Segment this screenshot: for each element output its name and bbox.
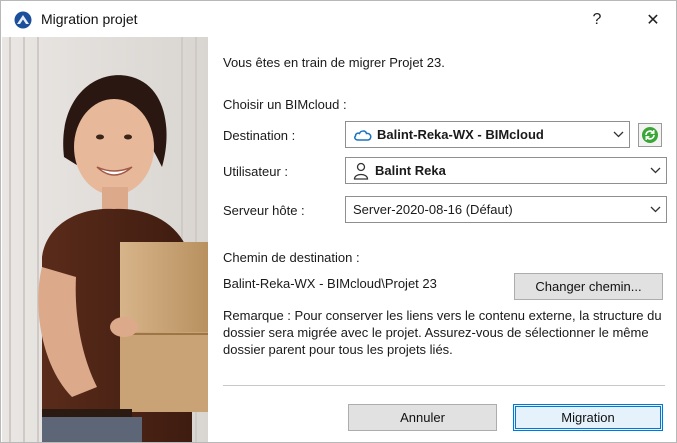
user-icon [353, 162, 369, 180]
host-dropdown[interactable]: Server-2020-08-16 (Défaut) [345, 196, 667, 223]
intro-text: Vous êtes en train de migrer Projet 23. [223, 55, 445, 70]
chevron-down-icon [607, 122, 629, 147]
destination-dropdown[interactable]: Balint-Reka-WX - BIMcloud [345, 121, 630, 148]
destination-value-wrap: Balint-Reka-WX - BIMcloud [346, 127, 607, 142]
refresh-icon [642, 127, 658, 143]
side-illustration-picture [2, 37, 208, 442]
archicad-app-icon [14, 11, 32, 29]
path-value: Balint-Reka-WX - BIMcloud\Projet 23 [223, 276, 437, 291]
close-button[interactable]: ✕ [631, 7, 675, 33]
user-label: Utilisateur : [223, 164, 289, 179]
side-illustration [2, 37, 208, 442]
migration-dialog: Migration projet ? ✕ Vous êtes en train … [0, 0, 677, 443]
dialog-content: Vous êtes en train de migrer Projet 23. … [223, 37, 668, 442]
user-value: Balint Reka [375, 163, 446, 178]
change-path-button[interactable]: Changer chemin... [514, 273, 663, 300]
cloud-icon [354, 129, 372, 141]
user-value-wrap: Balint Reka [346, 162, 644, 180]
migration-note: Remarque : Pour conserver les liens vers… [223, 308, 662, 357]
chevron-down-icon [644, 158, 666, 183]
migrate-button[interactable]: Migration [513, 404, 663, 431]
help-button[interactable]: ? [575, 7, 619, 33]
path-heading: Chemin de destination : [223, 250, 360, 265]
destination-label: Destination : [223, 128, 296, 143]
divider [223, 385, 665, 386]
host-value-wrap: Server-2020-08-16 (Défaut) [346, 202, 644, 217]
destination-value: Balint-Reka-WX - BIMcloud [377, 127, 544, 142]
cancel-button[interactable]: Annuler [348, 404, 497, 431]
host-value: Server-2020-08-16 (Défaut) [353, 202, 513, 217]
user-dropdown[interactable]: Balint Reka [345, 157, 667, 184]
bimcloud-heading: Choisir un BIMcloud : [223, 97, 347, 112]
chevron-down-icon [644, 197, 666, 222]
title-bar: Migration projet ? ✕ [1, 1, 676, 37]
window-title: Migration projet [41, 11, 138, 27]
refresh-bimcloud-button[interactable] [638, 123, 662, 147]
host-label: Serveur hôte : [223, 203, 305, 218]
